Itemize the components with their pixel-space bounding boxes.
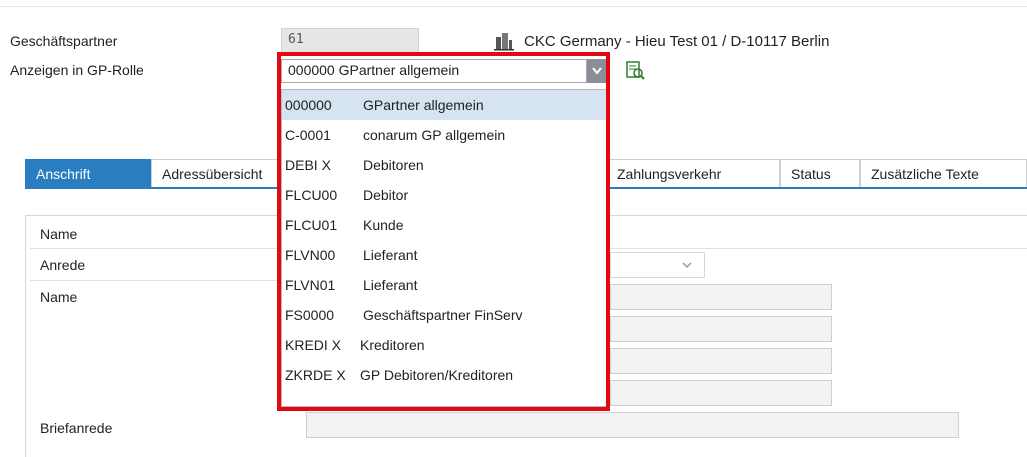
partner-label: Geschäftspartner bbox=[10, 33, 118, 49]
name-field-3[interactable] bbox=[610, 348, 832, 374]
name-field-4[interactable] bbox=[610, 380, 832, 406]
divider bbox=[30, 280, 280, 281]
briefanrede-field[interactable] bbox=[306, 412, 959, 438]
change-role-icon[interactable] bbox=[625, 60, 645, 80]
section-title: Name bbox=[40, 226, 78, 242]
tab-adressuebersicht[interactable]: Adressübersicht bbox=[151, 159, 283, 187]
partner-number-field[interactable]: 61 bbox=[281, 28, 419, 54]
tab-label: Zahlungsverkehr bbox=[617, 166, 722, 182]
tab-zahlungsverkehr[interactable]: Zahlungsverkehr bbox=[606, 159, 780, 187]
top-divider bbox=[0, 6, 1027, 7]
name-field-2[interactable] bbox=[610, 316, 832, 342]
tab-status[interactable]: Status bbox=[780, 159, 860, 187]
partner-name: CKC Germany - Hieu Test 01 / D-10117 Ber… bbox=[524, 33, 830, 50]
tab-label: Adressübersicht bbox=[162, 166, 263, 182]
name-label: Name bbox=[40, 289, 78, 305]
building-icon bbox=[494, 31, 514, 51]
tab-label: Status bbox=[791, 166, 831, 182]
name-field-1[interactable] bbox=[610, 284, 832, 310]
tab-label: Zusätzliche Texte bbox=[871, 166, 979, 182]
chevron-down-icon[interactable] bbox=[680, 258, 694, 272]
tab-zusaetzliche-texte[interactable]: Zusätzliche Texte bbox=[860, 159, 1027, 187]
highlight-frame bbox=[277, 52, 610, 411]
briefanrede-label: Briefanrede bbox=[40, 420, 113, 436]
tab-label: Anschrift bbox=[36, 166, 91, 182]
role-label: Anzeigen in GP-Rolle bbox=[10, 62, 144, 78]
anrede-label: Anrede bbox=[40, 257, 86, 273]
tab-anschrift[interactable]: Anschrift bbox=[25, 159, 151, 187]
